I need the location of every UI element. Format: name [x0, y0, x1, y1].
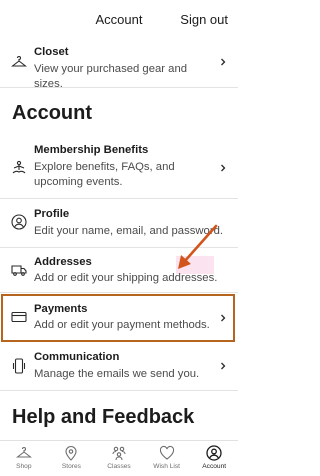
closet-title: Closet [34, 46, 69, 58]
membership-benefits-row[interactable]: Membership Benefits Explore benefits, FA… [0, 140, 238, 196]
chevron-right-icon [221, 362, 226, 370]
closet-row[interactable]: Closet View your purchased gear and size… [0, 42, 238, 90]
addresses-title: Addresses [34, 256, 92, 268]
account-icon [206, 445, 222, 461]
tab-stores[interactable]: Stores [48, 441, 96, 476]
divider [0, 390, 238, 391]
chevron-right-icon [221, 58, 226, 66]
tab-classes[interactable]: Classes [95, 441, 143, 476]
divider [0, 87, 238, 88]
membership-benefits-description: Explore benefits, FAQs, and upcoming eve… [34, 161, 175, 188]
membership-benefits-title: Membership Benefits [34, 144, 149, 156]
tab-label: Shop [16, 463, 32, 470]
chevron-right-icon [221, 164, 226, 172]
heart-icon [159, 445, 174, 460]
map-pin-icon [65, 446, 77, 461]
addresses-description: Add or edit your shipping addresses. [34, 272, 218, 284]
profile-icon [11, 214, 27, 230]
phone-icon [12, 358, 26, 374]
tab-shop[interactable]: Shop [0, 441, 48, 476]
top-bar: Account Sign out [0, 0, 238, 38]
communication-row[interactable]: Communication Manage the emails we send … [0, 346, 238, 388]
profile-title: Profile [34, 208, 70, 220]
sign-out-button[interactable]: Sign out [180, 12, 228, 27]
hanger-icon [11, 55, 27, 67]
tab-account[interactable]: Account [190, 441, 238, 476]
tab-label: Account [202, 463, 227, 470]
tab-label: Wish List [153, 463, 180, 470]
tab-wish-list[interactable]: Wish List [143, 441, 191, 476]
hanger-icon [15, 446, 32, 458]
communication-title: Communication [34, 351, 120, 363]
tab-label: Classes [107, 463, 131, 470]
annotation-arrow [178, 224, 218, 269]
divider [0, 198, 238, 199]
help-feedback-section-title: Help and Feedback [12, 406, 195, 428]
truck-icon [11, 265, 27, 276]
payments-highlight-outline [1, 294, 235, 342]
bottom-tab-bar: Shop Stores Classes Wish List Account [0, 440, 238, 476]
tab-label: Stores [61, 463, 81, 470]
communication-description: Manage the emails we send you. [34, 368, 200, 380]
divider [0, 292, 238, 293]
meditation-icon [12, 160, 26, 174]
people-icon [112, 446, 126, 461]
account-section-title: Account [12, 102, 92, 124]
